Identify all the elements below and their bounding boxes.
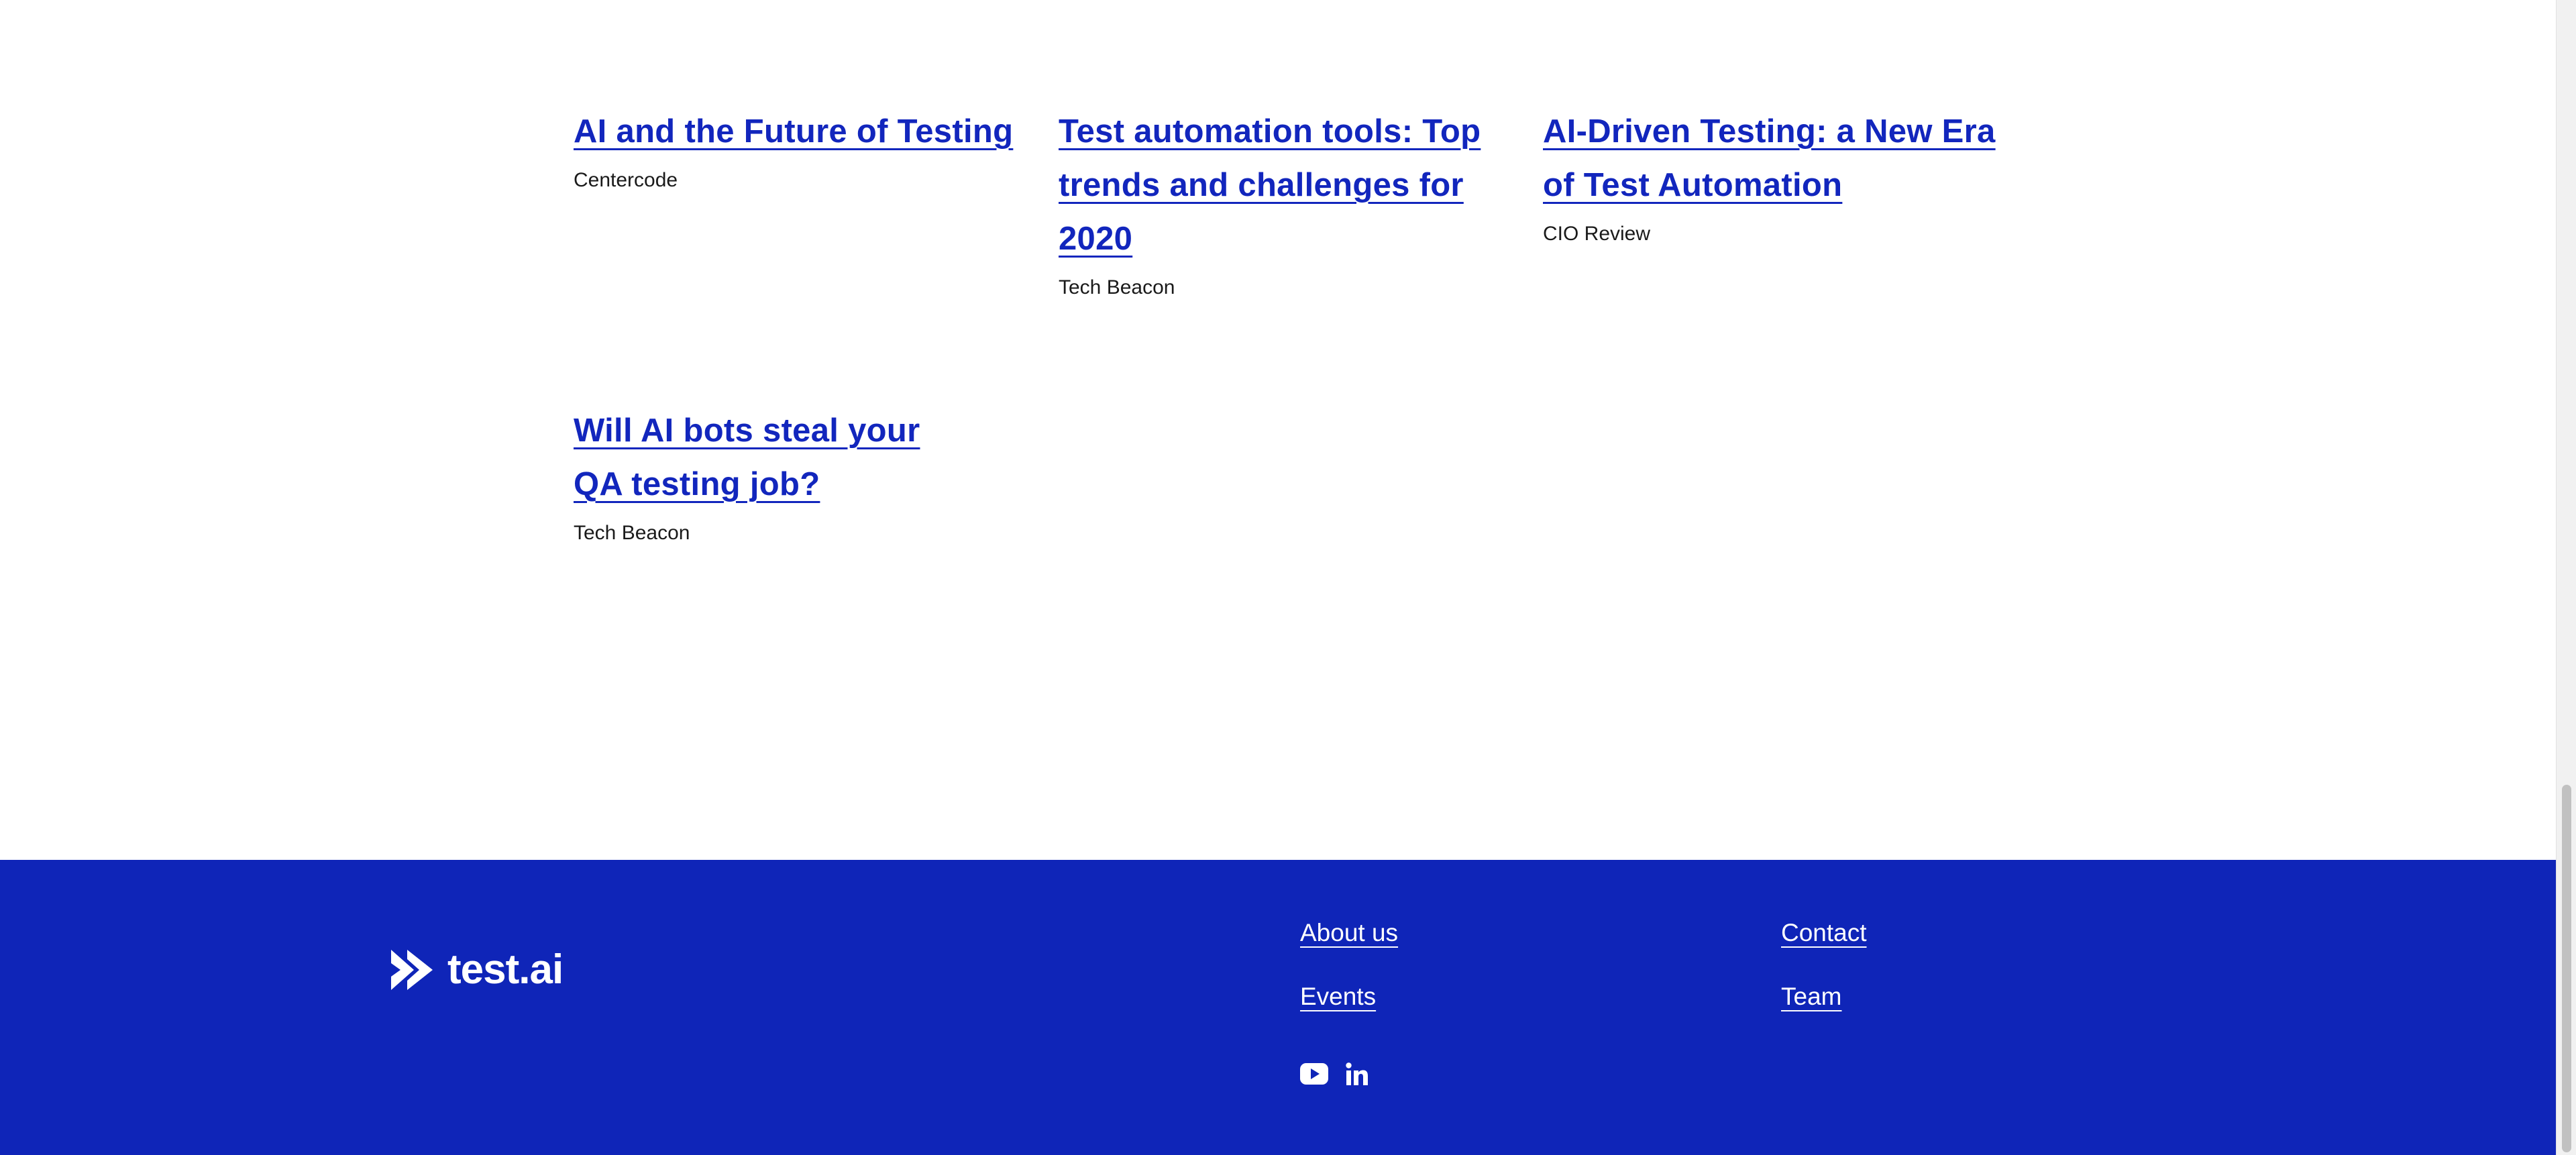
article-source: Centercode xyxy=(574,169,678,191)
article-card: Test automation tools: Top trends and ch… xyxy=(1059,105,1515,299)
logo-text: test.ai xyxy=(447,946,564,993)
article-source: Tech Beacon xyxy=(1059,276,1175,298)
article-card: Will AI bots steal your QA testing job? … xyxy=(574,404,976,545)
page: AI and the Future of Testing Centercode … xyxy=(0,0,2576,1155)
site-footer: test.ai About us Events Contact Team xyxy=(0,860,2556,1155)
articles-section: AI and the Future of Testing Centercode … xyxy=(0,0,2556,860)
article-title-link[interactable]: Test automation tools: Top trends and ch… xyxy=(1059,105,1515,266)
footer-link-about[interactable]: About us xyxy=(1300,919,1398,947)
linkedin-icon[interactable] xyxy=(1346,1062,1368,1085)
vertical-scrollbar[interactable] xyxy=(2556,0,2576,1155)
social-links xyxy=(1300,1062,1368,1085)
logo-icon xyxy=(391,949,433,990)
article-title-link[interactable]: AI-Driven Testing: a New Era of Test Aut… xyxy=(1543,105,1999,212)
scrollbar-thumb[interactable] xyxy=(2562,785,2571,1152)
article-title-link[interactable]: AI and the Future of Testing xyxy=(574,105,1030,158)
article-source: Tech Beacon xyxy=(574,522,690,544)
youtube-icon[interactable] xyxy=(1300,1063,1328,1085)
article-title-link[interactable]: Will AI bots steal your QA testing job? xyxy=(574,404,976,511)
article-card: AI and the Future of Testing Centercode xyxy=(574,105,1030,192)
article-card: AI-Driven Testing: a New Era of Test Aut… xyxy=(1543,105,1999,245)
article-source: CIO Review xyxy=(1543,223,1651,245)
footer-logo[interactable]: test.ai xyxy=(391,946,564,993)
footer-link-team[interactable]: Team xyxy=(1781,983,1841,1011)
footer-link-events[interactable]: Events xyxy=(1300,983,1376,1011)
footer-link-contact[interactable]: Contact xyxy=(1781,919,1867,947)
